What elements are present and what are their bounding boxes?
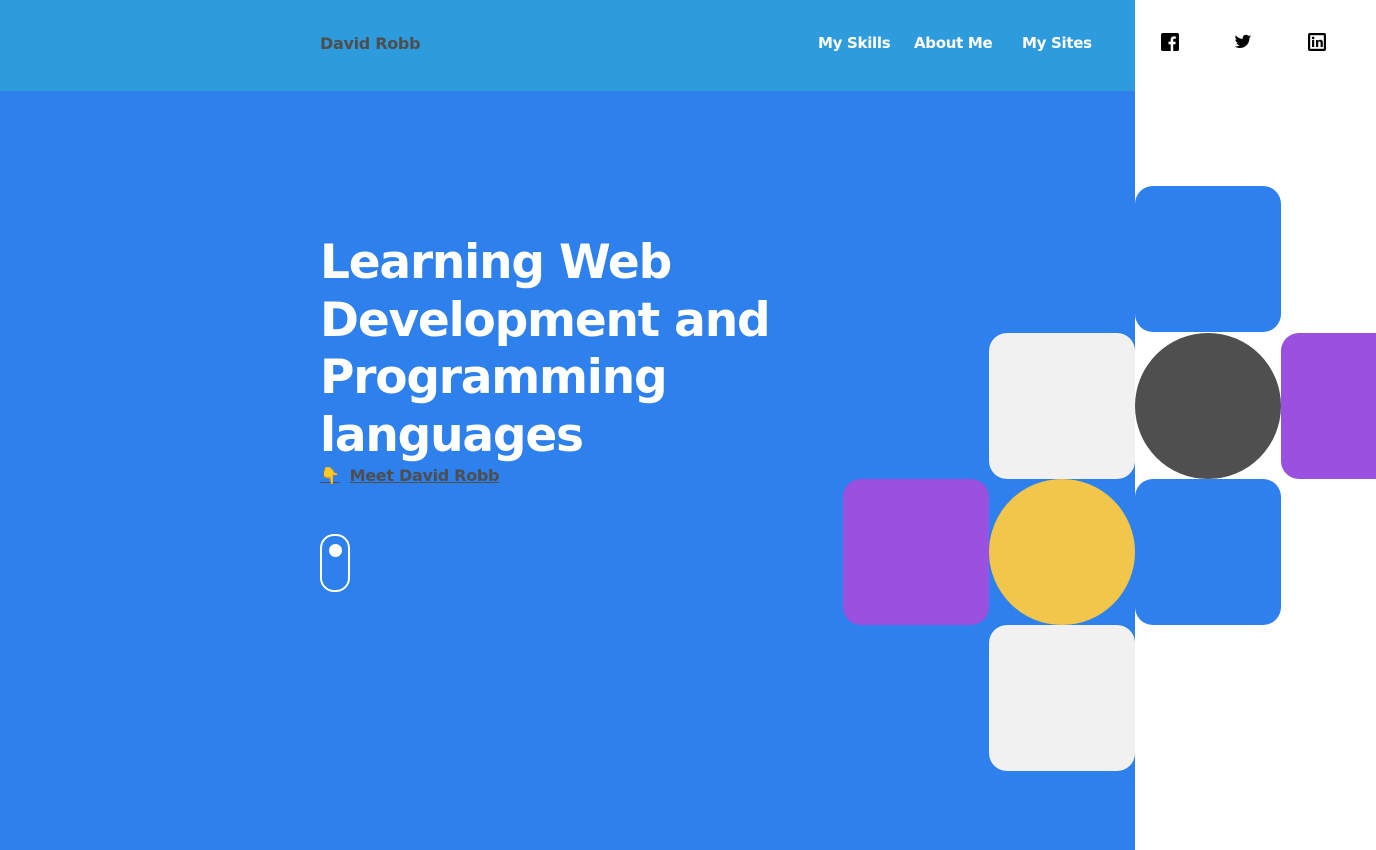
decorative-dark-circle: [1135, 333, 1281, 479]
decorative-purple-tile-left: [843, 479, 989, 625]
linkedin-icon[interactable]: [1308, 33, 1326, 51]
scroll-wheel-dot: [329, 544, 342, 557]
pointing-down-hand-icon: 👇: [320, 466, 340, 485]
nav-link-my-skills[interactable]: My Skills: [818, 34, 891, 52]
decorative-gray-tile-upper: [989, 333, 1135, 479]
nav-link-my-sites[interactable]: My Sites: [1022, 34, 1092, 52]
meet-link-label: Meet David Robb: [349, 466, 500, 485]
twitter-icon[interactable]: [1234, 33, 1252, 51]
decorative-blue-tile-bottom: [1135, 479, 1281, 625]
decorative-purple-tile-right: [1281, 333, 1376, 479]
decorative-blue-tile-top: [1135, 186, 1281, 332]
nav-link-about-me[interactable]: About Me: [914, 34, 993, 52]
top-navigation-bar: David Robb My Skills About Me My Sites: [0, 0, 1135, 91]
brand-link[interactable]: David Robb: [320, 34, 421, 53]
decorative-gray-tile-lower: [989, 625, 1135, 771]
decorative-yellow-circle: [989, 479, 1135, 625]
hero-title: Learning Web Development and Programming…: [320, 235, 771, 463]
facebook-icon[interactable]: [1161, 33, 1179, 51]
scroll-down-indicator[interactable]: [320, 534, 350, 592]
meet-link[interactable]: 👇 Meet David Robb: [320, 466, 500, 485]
